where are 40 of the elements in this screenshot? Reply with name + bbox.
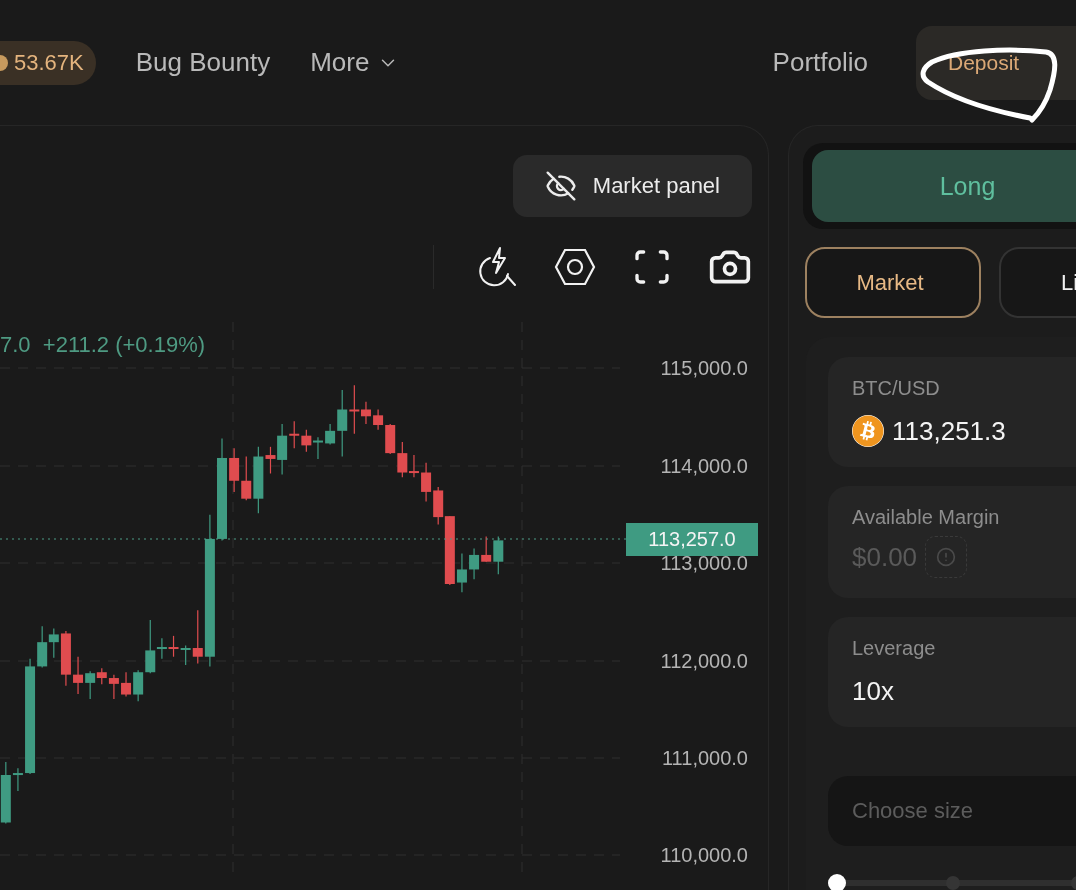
lightning-search-icon[interactable] [478, 246, 518, 288]
candlestick [301, 429, 312, 453]
pair-label: BTC/USD [852, 377, 941, 400]
side-tab[interactable]: Long [812, 150, 1076, 222]
candlestick [481, 535, 492, 563]
eye-off-icon [544, 170, 577, 202]
candlestick [313, 436, 323, 460]
candlestick [385, 423, 396, 455]
axis-label: 114,000.0 [660, 454, 748, 478]
candlestick [73, 656, 84, 695]
candlestick [493, 535, 504, 575]
candlestick [168, 635, 179, 658]
fullscreen-icon[interactable] [632, 247, 672, 287]
nav-link[interactable]: Bug Bounty [135, 47, 271, 78]
candlestick [469, 548, 480, 580]
axis-label: 110,000.0 [660, 843, 748, 867]
axis-label: 115,000.0 [660, 356, 748, 380]
market-panel-button[interactable]: Market panel [512, 155, 752, 217]
candlestick [121, 671, 132, 698]
points-badge: 53.67K [0, 40, 96, 85]
size-input[interactable]: Choose size [828, 776, 1076, 846]
deposit-button[interactable]: Deposit [916, 25, 1076, 100]
pair-price: 113,251.3 [892, 415, 1006, 447]
candlestick [373, 408, 384, 431]
last-price-tag: 113,257.0 [626, 523, 758, 556]
nav-link[interactable]: Portfolio [772, 47, 868, 78]
leverage-label: Leverage [852, 637, 937, 660]
bitcoin-icon [852, 415, 884, 447]
axis-label: 111,000.0 [662, 746, 748, 770]
leverage-value: 10x [852, 676, 895, 707]
order-type-tab[interactable]: Li [999, 247, 1076, 318]
slider-thumb[interactable] [828, 874, 846, 890]
order-type-tab[interactable]: Market [805, 247, 981, 318]
margin-label: Available Margin [852, 506, 1001, 529]
candlestick [421, 462, 432, 503]
settings-icon[interactable] [554, 248, 596, 286]
axis-label: 112,000.0 [660, 649, 748, 673]
price-change: 7.0 +211.2 (+0.19%) [0, 332, 206, 358]
more-menu[interactable]: More [310, 47, 400, 78]
candlestick [229, 447, 240, 493]
